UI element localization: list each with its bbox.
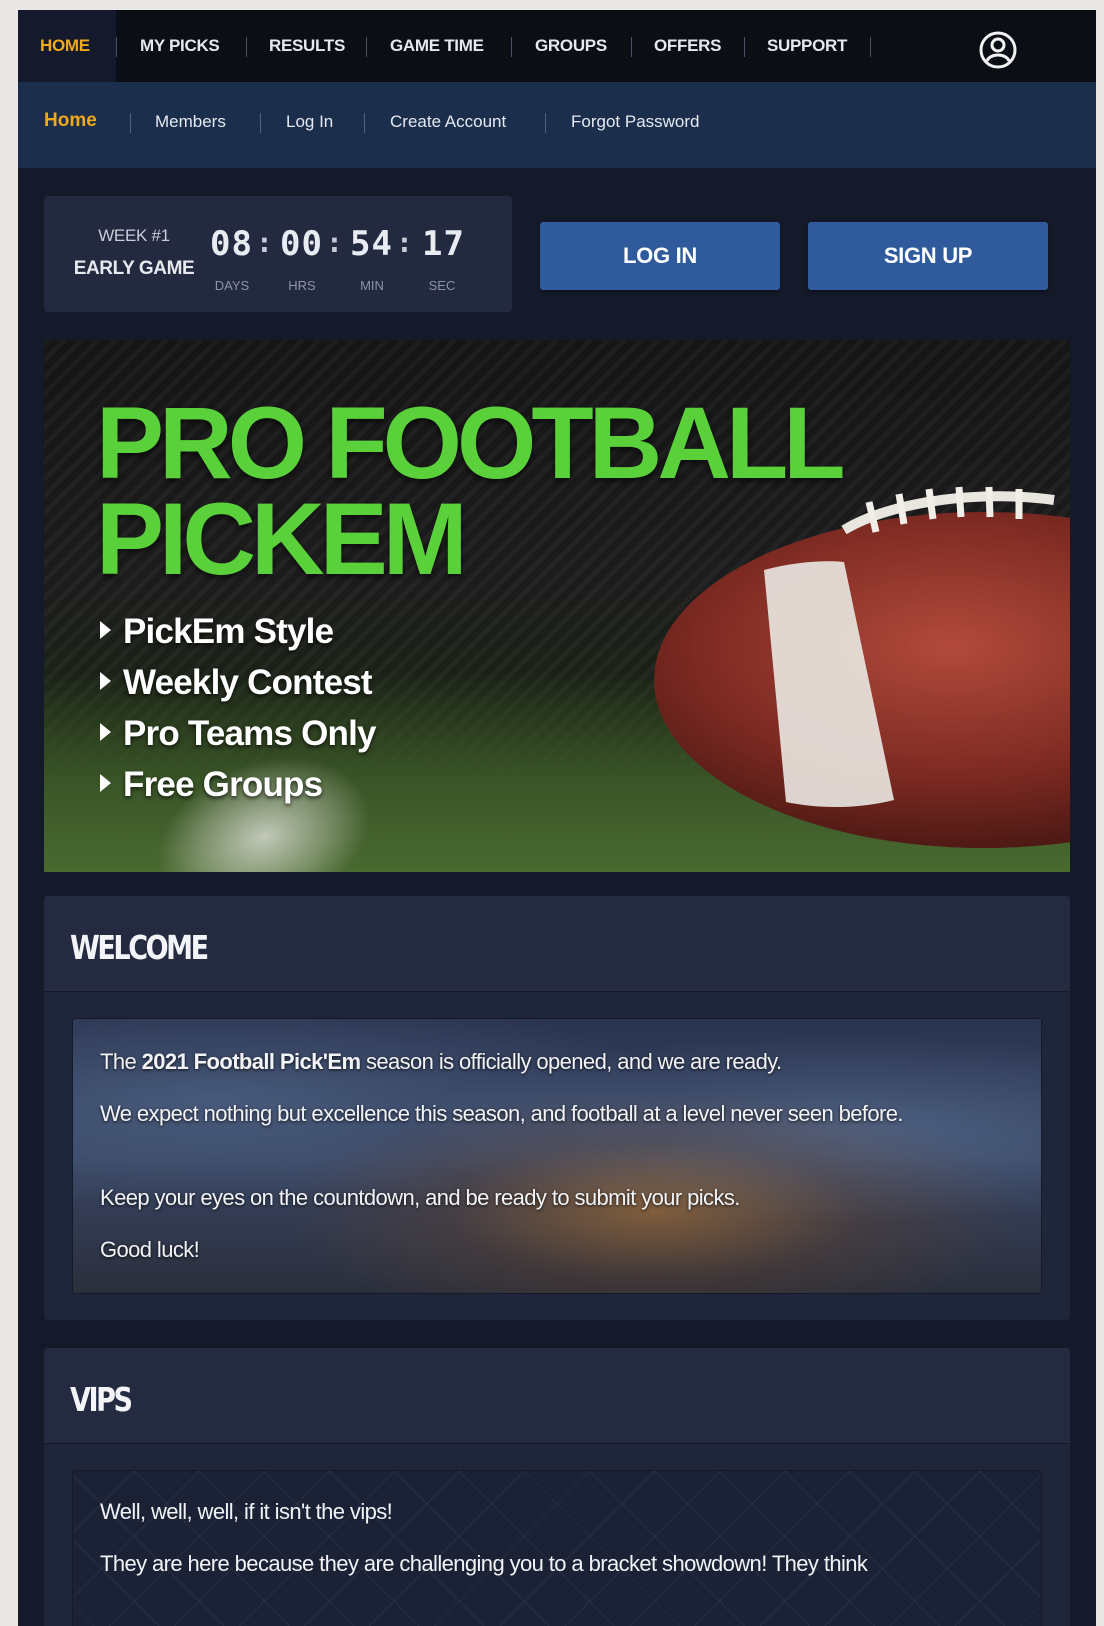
hero-feature-label: Weekly Contest <box>123 663 373 702</box>
top-nav-divider <box>246 37 247 57</box>
hero-title-line2: PICKEM <box>96 482 468 596</box>
vips-panel-header: VIPS <box>44 1348 1070 1444</box>
countdown-sec: 17 <box>422 224 465 264</box>
welcome-title: WELCOME <box>70 928 209 967</box>
football-icon <box>654 486 1070 848</box>
countdown-colon: : <box>326 226 343 259</box>
sub-nav-home[interactable]: Home <box>44 110 97 132</box>
sub-nav-forgot-password[interactable]: Forgot Password <box>571 112 700 132</box>
hero-title-line1: PRO FOOTBALL <box>96 386 846 500</box>
countdown-hrs-label: HRS <box>288 278 316 293</box>
hero-feature: Free Groups <box>100 765 323 805</box>
hero-feature: Pro Teams Only <box>100 714 376 754</box>
welcome-p1-bold: 2021 Football Pick'Em <box>141 1049 361 1074</box>
welcome-paragraph-1: The 2021 Football Pick'Em season is offi… <box>100 1046 1000 1078</box>
welcome-p1-post: season is officially opened, and we are … <box>360 1049 782 1074</box>
sub-nav: Home Members Log In Create Account Forgo… <box>18 82 1096 168</box>
countdown-colon: : <box>396 226 413 259</box>
countdown-box: WEEK #1 EARLY GAME 08 : 00 : 54 : 17 DAY… <box>44 196 512 312</box>
welcome-p1-pre: The <box>100 1049 142 1074</box>
top-nav-support[interactable]: SUPPORT <box>767 36 847 56</box>
caret-right-icon <box>100 672 111 690</box>
hero-banner: PRO FOOTBALL PICKEM PickEm Style Weekly … <box>44 340 1070 872</box>
hero-feature: PickEm Style <box>100 612 334 652</box>
caret-right-icon <box>100 621 111 639</box>
top-nav-divider <box>870 37 871 57</box>
top-nav-divider <box>116 37 117 57</box>
sub-nav-divider <box>364 113 365 133</box>
countdown-game: EARLY GAME <box>73 258 195 279</box>
top-nav-divider <box>366 37 367 57</box>
countdown-sec-label: SEC <box>428 278 456 293</box>
log-in-button[interactable]: LOG IN <box>540 222 780 290</box>
welcome-paragraph-4: Good luck! <box>100 1237 200 1262</box>
vips-message: Well, well, well, if it isn't the vips! … <box>72 1470 1042 1626</box>
top-nav-offers[interactable]: OFFERS <box>654 36 721 56</box>
caret-right-icon <box>100 774 111 792</box>
welcome-message: The 2021 Football Pick'Em season is offi… <box>72 1018 1042 1294</box>
vips-title: VIPS <box>70 1380 133 1419</box>
top-nav-divider <box>744 37 745 57</box>
sub-nav-divider <box>545 113 546 133</box>
top-nav-divider <box>511 37 512 57</box>
hero-feature-label: Free Groups <box>123 765 323 804</box>
hero-feature: Weekly Contest <box>100 663 373 703</box>
top-nav-my-picks[interactable]: MY PICKS <box>140 36 220 56</box>
caret-right-icon <box>100 723 111 741</box>
vips-panel: VIPS Well, well, well, if it isn't the v… <box>44 1348 1070 1626</box>
sub-nav-log-in[interactable]: Log In <box>286 112 333 132</box>
countdown-days: 08 <box>210 224 253 264</box>
hero-feature-label: Pro Teams Only <box>123 714 376 753</box>
countdown-week: WEEK #1 <box>98 226 170 245</box>
sub-nav-create-account[interactable]: Create Account <box>390 112 506 132</box>
welcome-paragraph-3: Keep your eyes on the countdown, and be … <box>100 1185 740 1210</box>
sub-nav-members[interactable]: Members <box>155 112 226 132</box>
countdown-min-label: MIN <box>360 278 384 293</box>
top-nav-home[interactable]: HOME <box>40 36 90 56</box>
top-nav: HOME MY PICKS RESULTS GAME TIME GROUPS O… <box>18 10 1096 82</box>
top-nav-results[interactable]: RESULTS <box>269 36 345 56</box>
top-nav-game-time[interactable]: GAME TIME <box>390 36 484 56</box>
welcome-panel: WELCOME The 2021 Football Pick'Em season… <box>44 896 1070 1320</box>
welcome-paragraph-2: We expect nothing but excellence this se… <box>100 1101 904 1126</box>
countdown-colon: : <box>256 226 273 259</box>
sub-nav-divider <box>130 113 131 133</box>
top-nav-groups[interactable]: GROUPS <box>535 36 607 56</box>
countdown-hrs: 00 <box>280 224 323 264</box>
app-frame: HOME MY PICKS RESULTS GAME TIME GROUPS O… <box>18 10 1096 1626</box>
vips-paragraph-2: They are here because they are challengi… <box>100 1551 868 1576</box>
user-circle-icon[interactable] <box>978 30 1018 70</box>
top-nav-divider <box>631 37 632 57</box>
countdown-min: 54 <box>350 224 393 264</box>
hero-feature-label: PickEm Style <box>123 612 334 651</box>
sub-nav-divider <box>260 113 261 133</box>
countdown-days-label: DAYS <box>214 278 250 293</box>
vips-paragraph-1: Well, well, well, if it isn't the vips! <box>100 1499 393 1524</box>
welcome-panel-header: WELCOME <box>44 896 1070 992</box>
sign-up-button[interactable]: SIGN UP <box>808 222 1048 290</box>
